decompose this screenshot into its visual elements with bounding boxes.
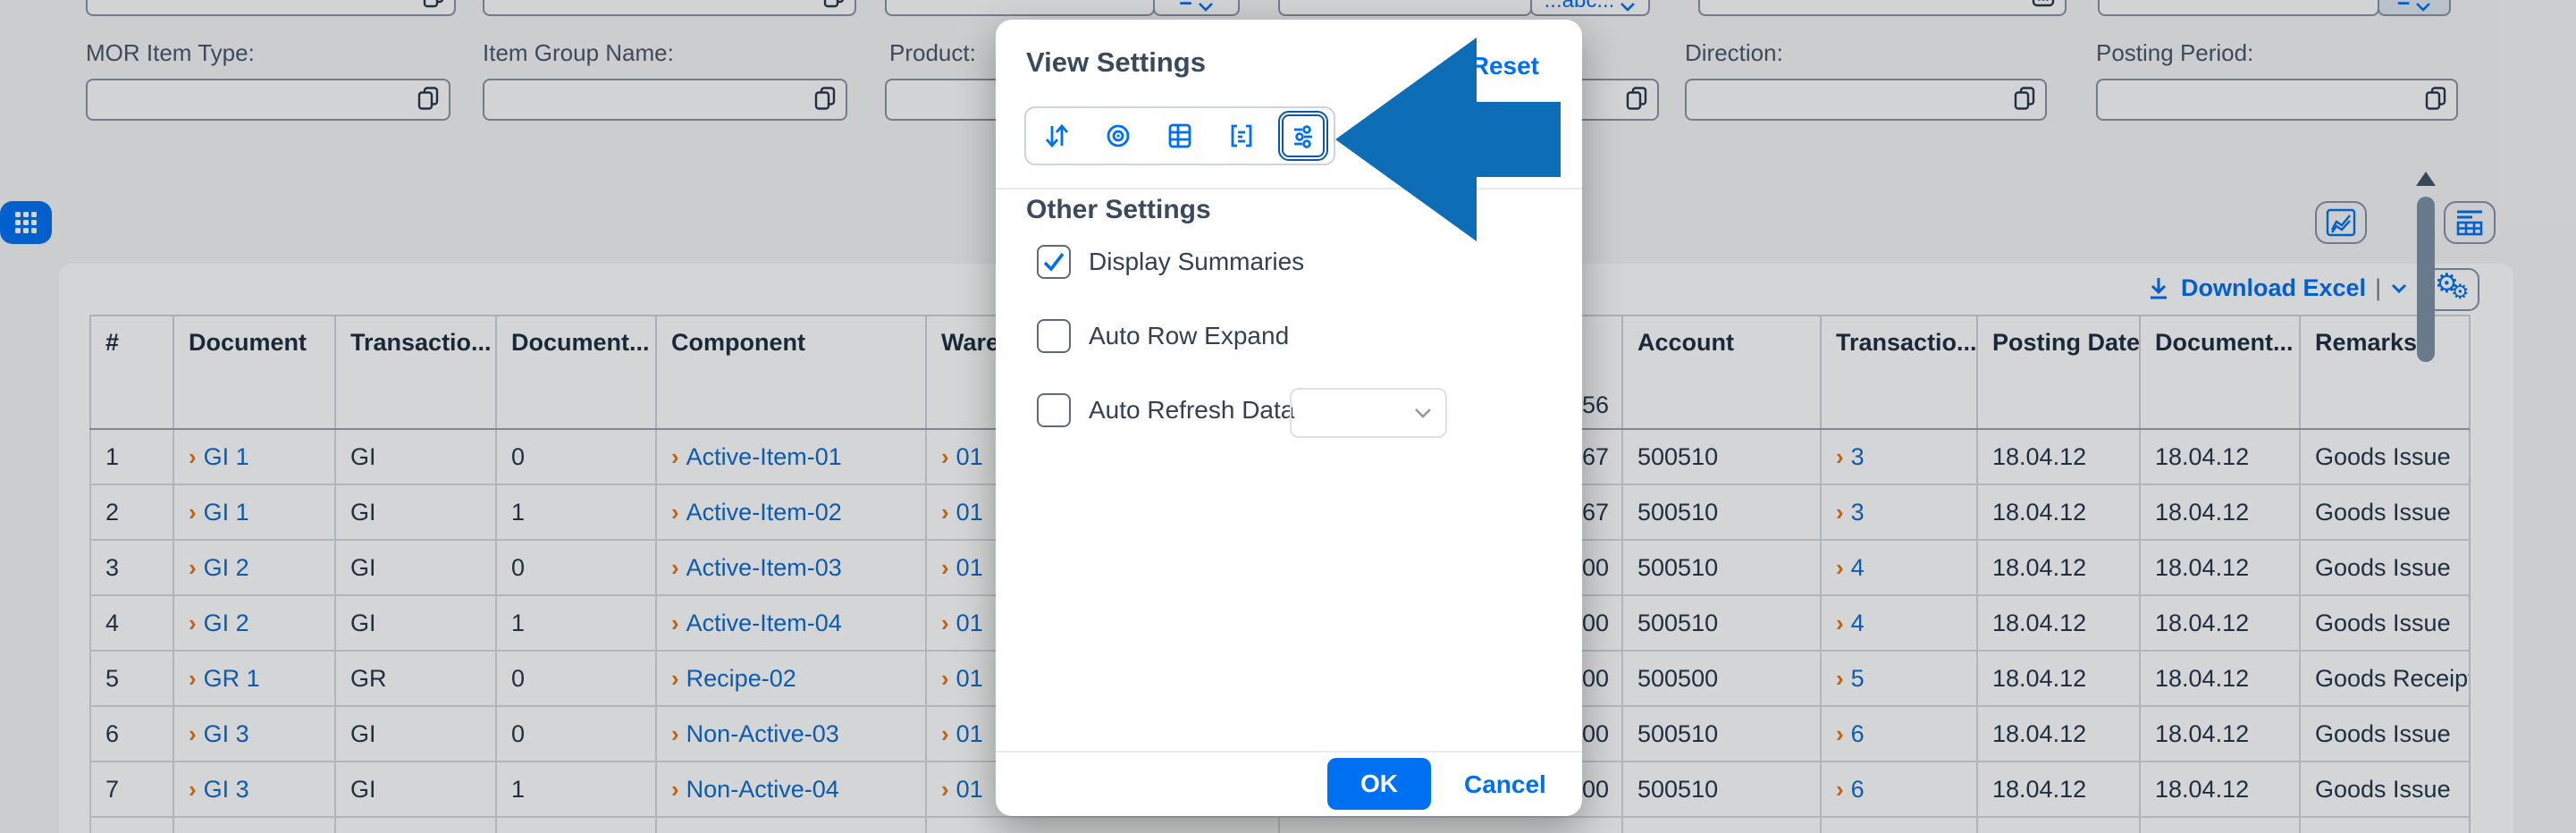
selected-tab-focus-ring — [1278, 111, 1328, 161]
refresh-interval-select[interactable] — [1290, 388, 1447, 438]
display-summaries-row: Display Summaries — [1037, 245, 1304, 279]
auto-row-expand-row: Auto Row Expand — [1037, 319, 1289, 353]
ok-button[interactable]: OK — [1327, 758, 1431, 810]
dialog-title: View Settings — [1026, 46, 1206, 79]
auto-refresh-data-checkbox[interactable] — [1037, 393, 1071, 427]
target-icon — [1104, 122, 1132, 150]
sliders-icon — [1289, 122, 1317, 150]
display-summaries-checkbox[interactable] — [1037, 245, 1071, 279]
auto-row-expand-checkbox[interactable] — [1037, 319, 1071, 353]
table-icon — [1166, 122, 1194, 150]
settings-tab-bar — [1024, 106, 1335, 165]
chevron-down-icon — [1413, 407, 1433, 419]
tab-filter[interactable] — [1091, 109, 1145, 163]
tab-columns[interactable] — [1153, 109, 1207, 163]
cancel-button[interactable]: Cancel — [1464, 770, 1546, 799]
tab-sort[interactable] — [1030, 109, 1083, 163]
checkbox-label: Auto Refresh Data — [1089, 396, 1294, 425]
tab-group[interactable] — [1215, 109, 1268, 163]
checkbox-label: Auto Row Expand — [1089, 322, 1289, 350]
screen: = ...abc... = MOR Item Type: Item Group … — [0, 0, 2576, 833]
auto-refresh-data-row: Auto Refresh Data — [1037, 393, 1294, 427]
checkbox-label: Display Summaries — [1089, 248, 1304, 276]
checkmark-icon — [1041, 249, 1066, 274]
tab-other-settings[interactable] — [1276, 109, 1330, 163]
annotation-arrow — [1330, 36, 1564, 243]
dialog-footer-divider — [996, 751, 1582, 753]
other-settings-heading: Other Settings — [1026, 195, 1211, 225]
sort-icon — [1042, 122, 1071, 150]
group-icon — [1227, 122, 1256, 150]
